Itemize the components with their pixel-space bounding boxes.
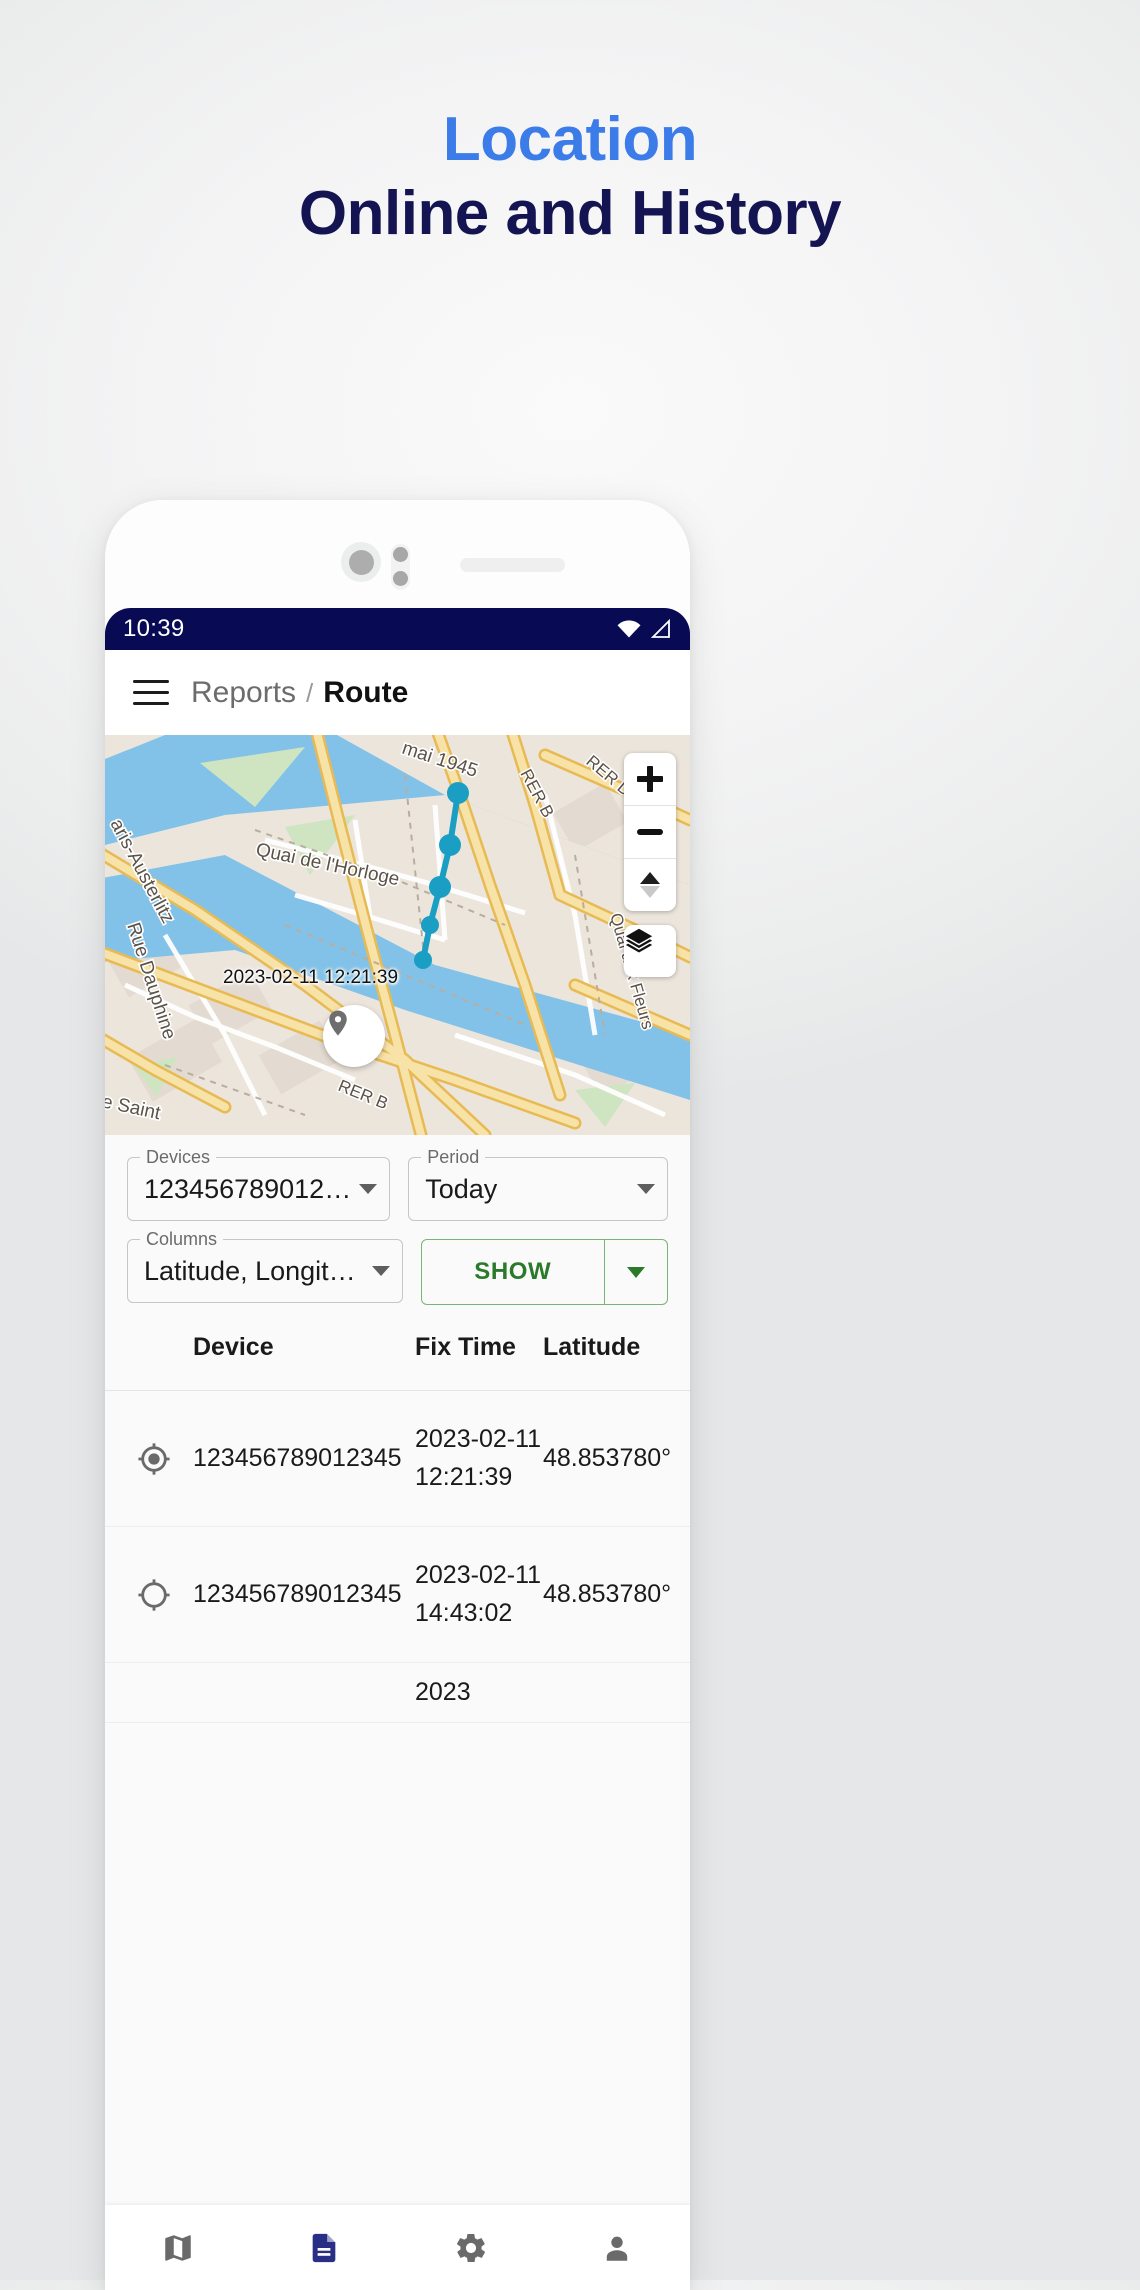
nav-map-tab[interactable] — [118, 2205, 238, 2290]
devices-label: Devices — [140, 1147, 217, 1168]
filter-row-2: Columns Latitude, Longit… SHOW — [127, 1229, 668, 1305]
table-header-row: Device Fix Time Latitude — [105, 1305, 690, 1391]
table-cell-fix-time: 2023-02-11 12:21:39 — [415, 1425, 542, 1491]
status-bar: 10:39 — [105, 608, 690, 650]
nav-settings-tab[interactable] — [411, 2205, 531, 2290]
account-person-icon — [606, 2236, 628, 2261]
columns-select[interactable]: Columns Latitude, Longit… — [127, 1229, 403, 1303]
front-camera-icon — [341, 542, 381, 582]
app-bar: Reports / Route — [105, 650, 690, 735]
report-table: Device Fix Time Latitude 123456789012345… — [105, 1305, 690, 2290]
show-button-group[interactable]: SHOW — [420, 1239, 668, 1305]
gps-not-fixed-icon — [115, 1578, 193, 1612]
period-select[interactable]: Period Today — [408, 1147, 668, 1221]
earpiece-speaker — [460, 558, 565, 572]
breadcrumb-separator: / — [306, 677, 314, 708]
nav-account-tab[interactable] — [557, 2205, 677, 2290]
show-button-dropdown[interactable] — [604, 1240, 667, 1304]
location-pin-icon — [329, 1010, 347, 1036]
map-icon — [165, 2234, 191, 2261]
map-position-marker[interactable] — [323, 1005, 385, 1067]
table-cell-device: 123456789012345 — [193, 1579, 402, 1608]
headline-line-2: Online and History — [298, 179, 842, 249]
map-view[interactable]: mai 1945 Quai de l'Horloge aris-Austerli… — [105, 735, 690, 1135]
hamburger-menu-icon[interactable] — [133, 679, 169, 706]
devices-select[interactable]: Devices 123456789012… — [127, 1147, 391, 1221]
sensor-dots-icon — [391, 544, 410, 590]
devices-value: 123456789012… — [144, 1173, 352, 1204]
columns-label: Columns — [140, 1229, 224, 1250]
phone-mockup: 10:39 Reports / Route mai 1945 Quai de l… — [105, 500, 690, 2290]
layers-icon — [625, 928, 653, 953]
period-label: Period — [421, 1147, 486, 1168]
filter-form: Devices 123456789012… Period Today Colum… — [105, 1135, 690, 1329]
period-value: Today — [425, 1173, 498, 1204]
table-header-fix-time: Fix Time — [415, 1333, 516, 1361]
signal-icon — [650, 619, 670, 638]
columns-value: Latitude, Longit… — [144, 1255, 356, 1286]
chevron-down-icon — [637, 1184, 655, 1194]
map-compass-button[interactable] — [624, 858, 676, 911]
show-button[interactable]: SHOW — [422, 1240, 605, 1304]
table-row[interactable]: 123456789012345 2023-02-11 14:43:02 48.8… — [105, 1527, 690, 1663]
table-row[interactable]: 2023 — [105, 1663, 690, 1723]
table-cell-device: 123456789012345 — [193, 1443, 402, 1472]
table-cell-latitude: 48.853780° — [543, 1579, 672, 1608]
status-bar-clock: 10:39 — [123, 615, 185, 642]
headline-line-1: Location — [442, 105, 698, 174]
phone-hardware-top — [105, 500, 690, 610]
table-header-device: Device — [193, 1333, 274, 1361]
chevron-down-icon — [371, 1266, 390, 1276]
wifi-icon — [617, 620, 641, 638]
bottom-navigation — [105, 2205, 690, 2290]
breadcrumb-route: Route — [323, 675, 409, 709]
chevron-down-icon — [627, 1266, 645, 1278]
filter-row-1: Devices 123456789012… Period Today — [127, 1147, 668, 1221]
gps-fixed-icon — [115, 1442, 193, 1476]
table-cell-latitude: 48.853780° — [543, 1443, 672, 1472]
table-cell-fix-time: 2023-02-11 14:43:02 — [415, 1561, 542, 1627]
breadcrumb: Reports / Route — [191, 676, 408, 710]
table-row[interactable]: 123456789012345 2023-02-11 12:21:39 48.8… — [105, 1391, 690, 1527]
table-header-latitude: Latitude — [543, 1333, 641, 1361]
map-zoom-in-button[interactable] — [624, 753, 676, 805]
page-headline: Location Online and History — [0, 108, 1140, 249]
settings-gear-icon — [456, 2233, 485, 2262]
chevron-down-icon — [359, 1184, 378, 1194]
table-cell-fix-time: 2023 — [415, 1677, 471, 1706]
report-document-icon — [313, 2233, 336, 2262]
map-marker-timestamp: 2023-02-11 12:21:39 — [223, 967, 399, 988]
map-canvas: mai 1945 Quai de l'Horloge aris-Austerli… — [105, 735, 690, 1135]
nav-reports-tab[interactable] — [264, 2205, 384, 2290]
map-zoom-out-button[interactable] — [624, 805, 676, 858]
compass-icon — [640, 872, 660, 898]
status-bar-icons — [616, 619, 672, 639]
breadcrumb-reports[interactable]: Reports — [191, 676, 296, 710]
map-zoom-controls[interactable] — [624, 753, 676, 911]
map-layers-button[interactable] — [624, 925, 676, 977]
